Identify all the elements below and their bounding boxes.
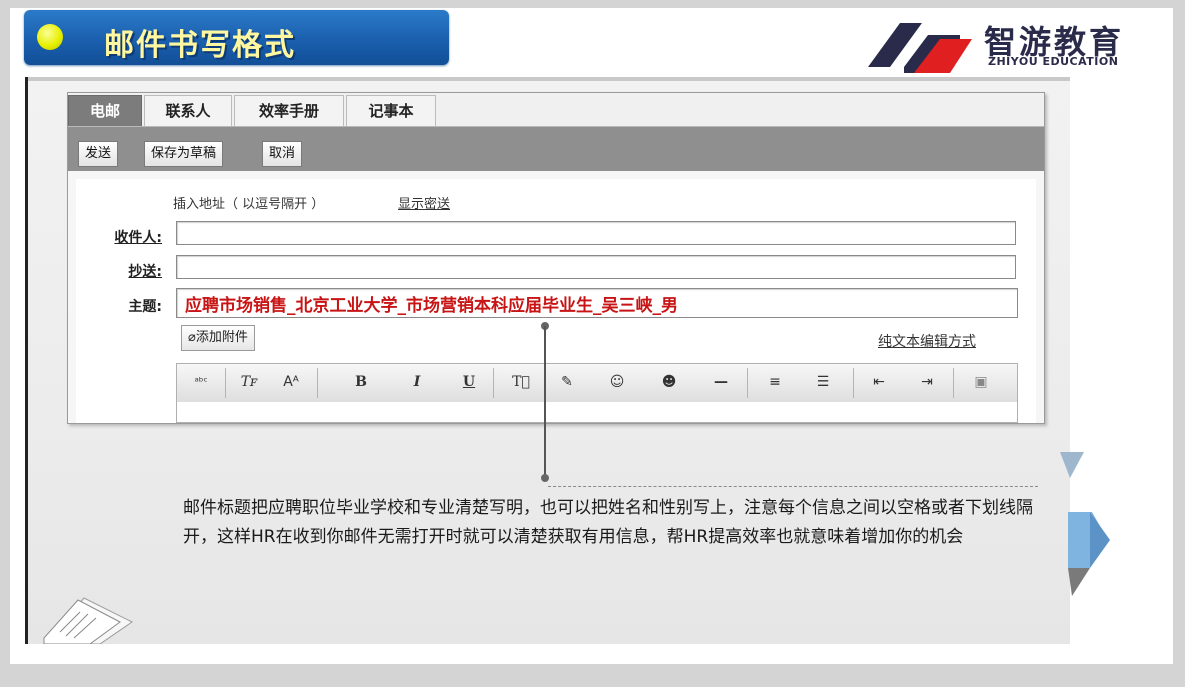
italic-icon[interactable]: I [403,371,431,393]
cc-field[interactable] [176,255,1016,279]
bullet-icon [37,24,63,50]
frame-top-rule [28,77,1070,81]
decorative-shapes [1060,452,1110,596]
subject-field[interactable]: 应聘市场销售_北京工业大学_市场营销本科应届毕业生_吴三峡_男 [176,288,1018,318]
text-color-icon[interactable]: T⃝ [507,371,535,393]
list-icon[interactable]: ☰ [809,371,837,393]
toolbar-separator [317,368,318,398]
tab-email[interactable]: 电邮 [68,95,142,126]
to-label-text[interactable]: 收件人: [114,230,162,246]
document-icon [43,597,133,644]
toolbar-separator [747,368,748,398]
spellcheck-icon[interactable]: ᵃᵇᶜ [187,371,215,393]
plain-text-mode-link[interactable]: 纯文本编辑方式 [878,331,976,351]
cc-label-text[interactable]: 抄送: [128,264,162,280]
address-hint: 插入地址（ 以逗号隔开 ） [173,197,325,212]
mail-tabs: 电邮 联系人 效率手册 记事本 [68,93,1044,127]
pointer-end-dot [541,474,549,482]
annotation-rule [548,486,1038,487]
toolbar-separator [853,368,854,398]
emoticon-alt-icon[interactable]: ☻ [655,371,683,393]
save-draft-button[interactable]: 保存为草稿 [144,141,224,167]
to-field[interactable] [176,221,1016,245]
toolbar-separator [953,368,954,398]
pointer-line [544,326,546,478]
brand-logo: 智游教育 ZHIYOU EDUCATION [856,15,1158,77]
subject-label: 主题: [128,299,162,315]
highlight-icon[interactable]: ✎ [553,371,581,393]
horizontal-rule-icon[interactable]: — [707,371,735,393]
cancel-button[interactable]: 取消 [262,141,303,167]
cc-label: 抄送: [82,261,162,281]
title-banner: 邮件书写格式 [24,10,449,65]
message-body-editor[interactable] [176,402,1018,423]
align-icon[interactable]: ≡ [761,371,789,393]
tab-contacts[interactable]: 联系人 [144,95,232,126]
logo-mark-icon [868,23,972,73]
image-icon[interactable]: ▣ [967,371,995,393]
to-label: 收件人: [82,227,162,247]
font-size-icon[interactable]: Aᴬ [277,371,305,393]
slide-title: 邮件书写格式 [104,28,296,63]
add-attachment-label: 添加附件 [195,330,248,345]
compose-toolbar: 发送 保存为草稿 取消 [68,127,1044,171]
mail-compose-window: 电邮 联系人 效率手册 记事本 发送 保存为草稿 取消 插入地址（ 以逗号隔开 … [67,92,1045,424]
show-bcc-link[interactable]: 显示密送 [398,193,450,212]
rich-text-toolbar: ᵃᵇᶜ Tꜰ Aᴬ B I U T⃝ ✎ ☺ ☻ — ≡ ☰ ⇤ ⇥ ▣ [176,363,1018,403]
emoticon-icon[interactable]: ☺ [603,371,631,393]
send-button[interactable]: 发送 [78,141,119,167]
outdent-icon[interactable]: ⇤ [865,371,893,393]
bold-icon[interactable]: B [347,371,375,393]
toolbar-separator [493,368,494,398]
tab-notepad[interactable]: 记事本 [346,95,436,126]
font-icon[interactable]: Tꜰ [235,371,263,393]
toolbar-separator [225,368,226,398]
add-attachment-button[interactable]: ⌀添加附件 [181,325,255,351]
subject-value: 应聘市场销售_北京工业大学_市场营销本科应届毕业生_吴三峡_男 [185,296,678,316]
indent-icon[interactable]: ⇥ [913,371,941,393]
underline-icon[interactable]: U [455,371,483,393]
logo-text-en: ZHIYOU EDUCATION [988,55,1119,68]
annotation-text: 邮件标题把应聘职位毕业学校和专业清楚写明，也可以把姓名和性别写上，注意每个信息之… [183,498,1033,547]
paperclip-icon: ⌀ [188,330,196,345]
tab-planner[interactable]: 效率手册 [234,95,344,126]
